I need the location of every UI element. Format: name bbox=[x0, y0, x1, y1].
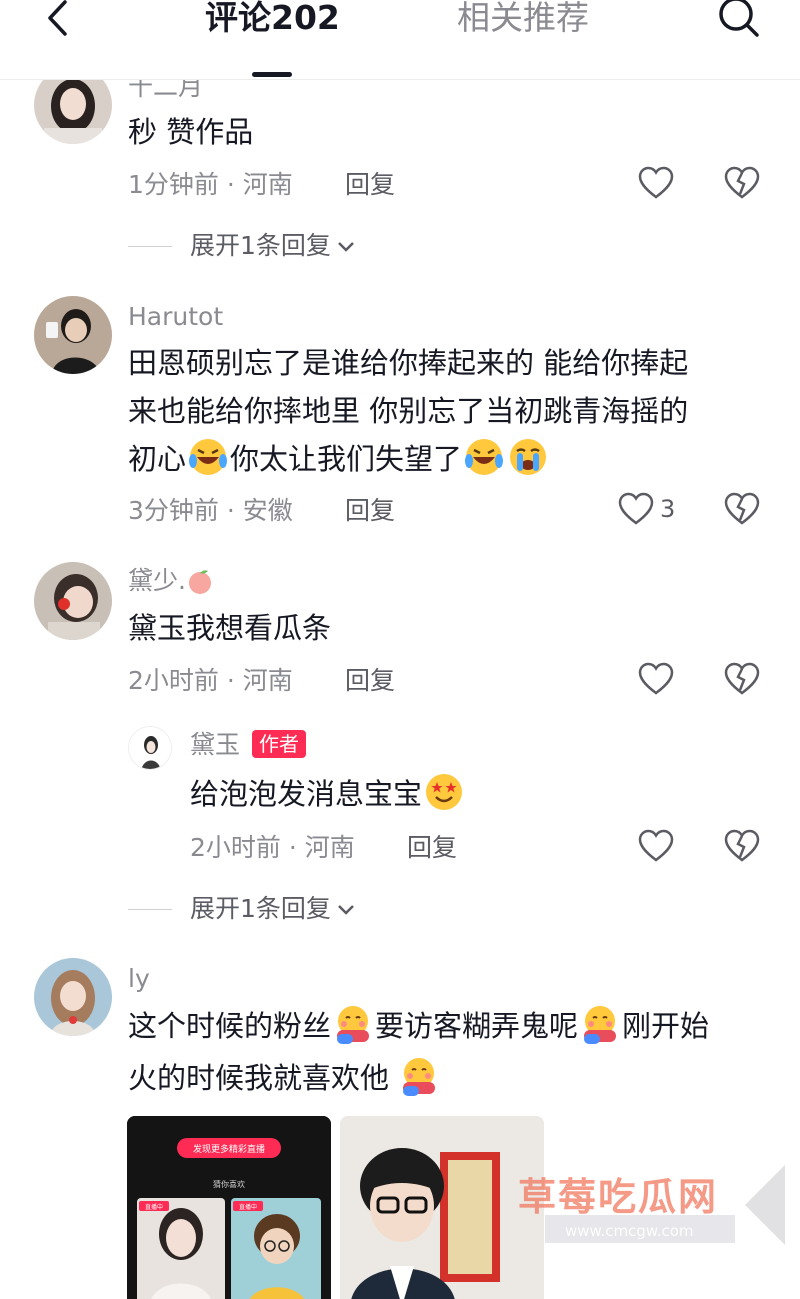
comments-header: 评论202 相关推荐 bbox=[0, 0, 800, 80]
comment-text: 黛玉我想看瓜条 bbox=[128, 611, 332, 645]
expand-replies-button[interactable]: 展开1条回复 bbox=[128, 894, 357, 924]
tab-comments[interactable]: 评论202 bbox=[205, 0, 340, 38]
comment-location: 河南 bbox=[242, 666, 293, 695]
reply-button[interactable]: 回复 bbox=[345, 496, 395, 526]
heart-icon bbox=[638, 166, 674, 199]
username-text: 黛少. bbox=[128, 566, 186, 595]
comment-username[interactable]: ly bbox=[128, 964, 150, 994]
comment-text-line: 田恩硕别忘了是谁给你捧起来的 能给你捧起 bbox=[128, 346, 689, 380]
reply-username[interactable]: 黛玉 作者 bbox=[190, 730, 307, 760]
avatar[interactable] bbox=[34, 958, 112, 1036]
back-arrow-icon bbox=[48, 0, 67, 36]
comment-location: 安徽 bbox=[242, 496, 293, 525]
reply-location: 河南 bbox=[304, 833, 355, 862]
hugging-face-emoji-icon bbox=[337, 1006, 370, 1044]
dislike-button[interactable] bbox=[724, 166, 760, 202]
reply-meta: 2小时前 · 河南 bbox=[190, 833, 355, 862]
reply-button[interactable]: 回复 bbox=[345, 666, 395, 696]
search-button[interactable] bbox=[716, 0, 762, 40]
hugging-face-emoji-icon bbox=[403, 1058, 436, 1096]
comment-image-thumbnail[interactable]: 发现更多精彩直播 猜你喜欢 直播中 直播中 bbox=[127, 1116, 331, 1299]
avatar[interactable] bbox=[34, 562, 112, 640]
comment-time: 2小时前 bbox=[128, 666, 219, 695]
broken-heart-icon bbox=[724, 662, 760, 695]
heart-icon bbox=[638, 829, 674, 862]
comment-text-line: 初心 你太让我们失望了 bbox=[128, 437, 550, 482]
reply-button[interactable]: 回复 bbox=[407, 833, 457, 863]
comment-text-segment: 初心 bbox=[128, 442, 187, 476]
like-button[interactable] bbox=[638, 829, 674, 863]
reply-button[interactable]: 回复 bbox=[345, 170, 395, 200]
comment-text-segment: 这个时候的粉丝 bbox=[128, 1009, 332, 1043]
expand-replies-label: 展开1条回复 bbox=[190, 231, 331, 260]
dislike-button[interactable] bbox=[724, 829, 760, 865]
reply-avatar[interactable] bbox=[128, 726, 172, 770]
heart-icon bbox=[618, 492, 654, 525]
expand-replies-button[interactable]: 展开1条回复 bbox=[128, 231, 357, 261]
heart-icon bbox=[638, 662, 674, 695]
comment-text-line: 这个时候的粉丝 要访客糊弄鬼呢 刚开始 bbox=[128, 1004, 709, 1049]
dislike-button[interactable] bbox=[724, 662, 760, 698]
reply-time: 2小时前 bbox=[190, 833, 281, 862]
comment-time: 3分钟前 bbox=[128, 496, 219, 525]
comment-text: 秒 赞作品 bbox=[128, 115, 254, 149]
comment-location: 河南 bbox=[242, 170, 293, 199]
reply-username-text: 黛玉 bbox=[190, 730, 241, 759]
chevron-down-icon bbox=[338, 242, 354, 252]
peach-emoji-icon bbox=[188, 570, 211, 594]
search-icon bbox=[719, 0, 759, 37]
crying-emoji-icon bbox=[510, 439, 547, 475]
comment-text-segment: 要访客糊弄鬼呢 bbox=[375, 1009, 579, 1043]
comment-text-segment: 刚开始 bbox=[622, 1009, 710, 1043]
comment-text-line: 火的时候我就喜欢他 bbox=[128, 1056, 441, 1101]
laughing-crying-emoji-icon bbox=[465, 439, 504, 475]
laughing-crying-emoji-icon bbox=[189, 439, 228, 475]
like-button[interactable] bbox=[638, 662, 674, 696]
live-tag-text: 直播中 bbox=[239, 1203, 257, 1211]
tab-related[interactable]: 相关推荐 bbox=[457, 0, 589, 38]
like-button[interactable] bbox=[638, 166, 674, 200]
broken-heart-icon bbox=[724, 492, 760, 525]
comment-text-segment: 火的时候我就喜欢他 bbox=[128, 1061, 390, 1095]
author-badge: 作者 bbox=[252, 730, 307, 758]
back-button[interactable] bbox=[38, 0, 78, 40]
star-struck-emoji-icon bbox=[426, 774, 463, 810]
comment-text-segment: 你太让我们失望了 bbox=[230, 442, 463, 476]
tab-indicator bbox=[252, 72, 292, 77]
comment-list: 十二月 秒 赞作品 1分钟前 · 河南 回复 展开1条回复 Harutot 田恩… bbox=[0, 0, 800, 1299]
divider bbox=[128, 245, 172, 247]
avatar[interactable] bbox=[34, 296, 112, 374]
like-button[interactable]: 3 bbox=[618, 492, 675, 526]
watermark-url: www.cmcgw.com bbox=[565, 1222, 694, 1240]
guess-you-like-text: 猜你喜欢 bbox=[213, 1179, 245, 1189]
watermark: 草莓吃瓜网 www.cmcgw.com bbox=[515, 1160, 800, 1250]
comment-username[interactable]: Harutot bbox=[128, 302, 223, 332]
dislike-button[interactable] bbox=[724, 492, 760, 528]
chevron-down-icon bbox=[338, 905, 354, 915]
comment-meta: 2小时前 · 河南 bbox=[128, 666, 293, 695]
comment-image-thumbnail[interactable] bbox=[340, 1116, 544, 1299]
reply-text: 给泡泡发消息宝宝 bbox=[190, 772, 466, 817]
like-count: 3 bbox=[660, 495, 676, 523]
divider bbox=[128, 908, 172, 910]
comment-meta: 1分钟前 · 河南 bbox=[128, 170, 293, 199]
hugging-face-emoji-icon bbox=[584, 1006, 617, 1044]
reply-text-segment: 给泡泡发消息宝宝 bbox=[190, 777, 423, 811]
comment-time: 1分钟前 bbox=[128, 170, 219, 199]
comment-text-line: 来也能给你摔地里 你别忘了当初跳青海摇的 bbox=[128, 394, 689, 428]
broken-heart-icon bbox=[724, 829, 760, 862]
broken-heart-icon bbox=[724, 166, 760, 199]
comment-username[interactable]: 黛少. bbox=[128, 566, 214, 596]
live-banner-text: 发现更多精彩直播 bbox=[193, 1143, 265, 1155]
watermark-title: 草莓吃瓜网 bbox=[518, 1175, 719, 1219]
live-tag-text: 直播中 bbox=[145, 1203, 163, 1211]
comment-meta: 3分钟前 · 安徽 bbox=[128, 496, 293, 525]
expand-replies-label: 展开1条回复 bbox=[190, 894, 331, 923]
